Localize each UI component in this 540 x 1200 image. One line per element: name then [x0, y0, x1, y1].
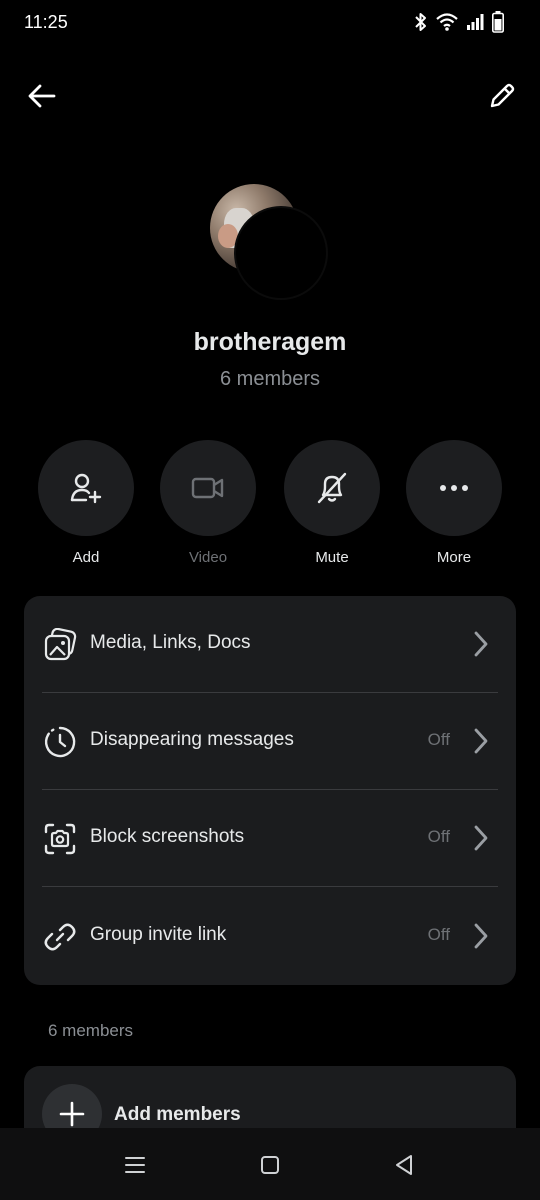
action-buttons: Add Video Mute More [38, 440, 502, 570]
settings-row-screenshots-label: Block screenshots [90, 826, 245, 847]
square-home-icon [261, 1156, 279, 1174]
more-action-label: More [436, 549, 472, 566]
settings-row-invite-link[interactable]: Group invite link Off [24, 888, 516, 985]
member-count: 6 members [219, 368, 321, 390]
status-icons [414, 11, 504, 33]
settings-row-disappearing[interactable]: Disappearing messages Off [24, 693, 516, 790]
recents-button[interactable] [120, 1150, 150, 1180]
chevron-right-icon [474, 923, 488, 949]
group-name: brotheragem [193, 328, 347, 356]
more-action-circle[interactable] [406, 440, 502, 536]
top-bar [0, 70, 540, 122]
arrow-left-icon [28, 84, 56, 108]
battery-icon [492, 11, 504, 33]
chevron-right-icon [474, 728, 488, 754]
plus-icon [59, 1101, 85, 1127]
add-action-label: Add [72, 549, 100, 566]
group-avatar[interactable] [210, 184, 330, 304]
bluetooth-icon [414, 12, 428, 32]
bell-muted-icon [317, 472, 347, 504]
home-button[interactable] [255, 1150, 285, 1180]
member-dark-avatar [234, 206, 328, 300]
members-section-label: 6 members [48, 1021, 134, 1040]
settings-row-invite-link-value: Off [427, 925, 450, 944]
system-nav-bar [0, 1128, 540, 1200]
wifi-icon [436, 13, 458, 31]
settings-row-screenshots[interactable]: Block screenshots Off [24, 790, 516, 887]
signal-icon [466, 13, 484, 31]
add-action-circle[interactable] [38, 440, 134, 536]
settings-row-invite-link-label: Group invite link [90, 924, 227, 945]
settings-row-media-label: Media, Links, Docs [90, 632, 251, 653]
video-action-label: Video [188, 549, 228, 566]
chevron-right-icon [474, 631, 488, 657]
pencil-icon [490, 83, 515, 108]
triangle-back-icon [396, 1155, 412, 1175]
chevron-right-icon [474, 825, 488, 851]
back-button[interactable] [22, 76, 62, 116]
menu-lines-icon [125, 1157, 145, 1173]
back-nav-button[interactable] [389, 1150, 419, 1180]
settings-row-disappearing-label: Disappearing messages [90, 729, 294, 750]
settings-row-screenshots-value: Off [427, 827, 450, 846]
settings-row-media[interactable]: Media, Links, Docs [24, 596, 516, 693]
screenshot-camera-icon [42, 822, 78, 856]
video-action[interactable]: Video [160, 440, 256, 566]
media-gallery-icon [42, 628, 78, 662]
timer-icon [42, 725, 78, 759]
mute-action-circle[interactable] [284, 440, 380, 536]
add-members-label: Add members [114, 1104, 241, 1125]
mute-action[interactable]: Mute [284, 440, 380, 566]
add-action[interactable]: Add [38, 440, 134, 566]
link-icon [42, 920, 78, 954]
video-camera-icon [191, 477, 224, 499]
add-person-icon [70, 473, 102, 504]
video-action-circle[interactable] [160, 440, 256, 536]
status-bar: 11:25 [0, 0, 540, 48]
divider [42, 886, 498, 887]
settings-card: Media, Links, Docs Disappearing messages… [24, 596, 516, 985]
mute-action-label: Mute [315, 549, 349, 566]
more-action[interactable]: More [406, 440, 502, 566]
settings-row-disappearing-value: Off [427, 730, 450, 749]
status-time: 11:25 [24, 12, 68, 32]
edit-button[interactable] [482, 76, 522, 116]
more-dots-icon [440, 485, 468, 491]
